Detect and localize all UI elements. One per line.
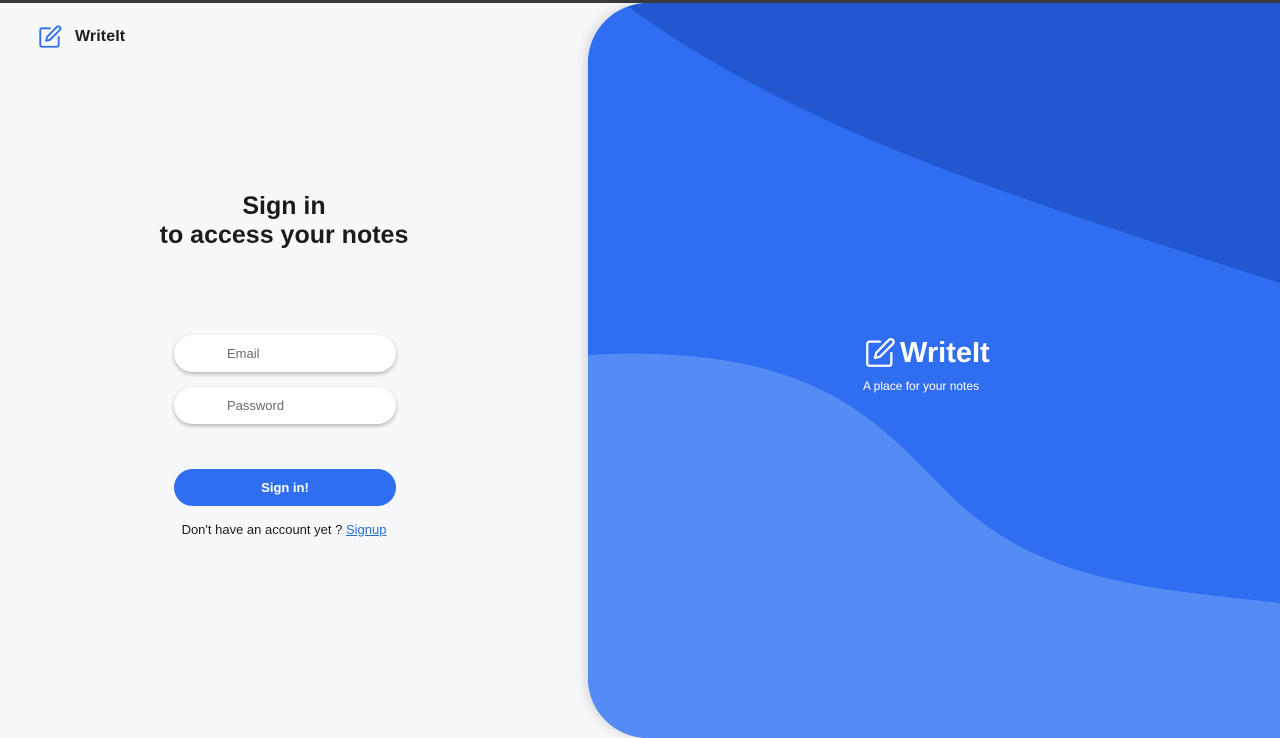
hero-brand: WriteIt (863, 336, 990, 370)
edit-note-icon (866, 338, 895, 367)
hero-panel: WriteIt A place for your notes (588, 3, 1280, 738)
title-line-1: Sign in (242, 192, 326, 220)
hero-waves (588, 3, 1280, 738)
page-title: Sign in to access your notes (134, 192, 434, 250)
hero-title: WriteIt (900, 336, 990, 369)
password-field[interactable] (174, 387, 396, 424)
email-field[interactable] (174, 335, 396, 372)
sign-in-button[interactable]: Sign in! (174, 469, 396, 506)
signup-link[interactable]: Signup (346, 522, 386, 537)
signup-prompt: Don't have an account yet ? Signup (134, 522, 434, 537)
header-brand[interactable]: WriteIt (37, 24, 125, 50)
brand-name: WriteIt (75, 28, 126, 45)
edit-note-icon (39, 25, 62, 48)
title-line-2: to access your notes (159, 221, 409, 249)
signup-text: Don't have an account yet ? (181, 522, 343, 537)
hero-tagline: A place for your notes (863, 379, 980, 393)
